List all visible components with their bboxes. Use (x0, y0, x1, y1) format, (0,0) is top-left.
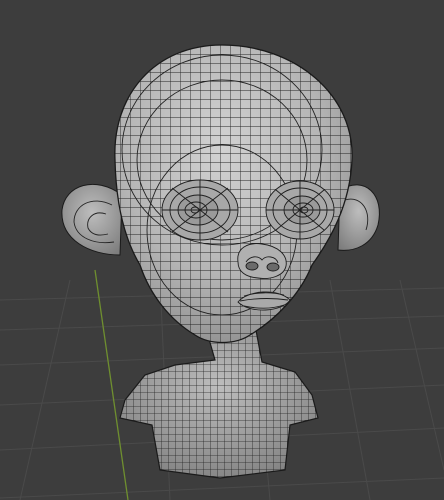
left-ear (61, 183, 123, 256)
right-eye-socket (265, 180, 335, 240)
3d-viewport[interactable] (0, 0, 444, 500)
bust-shoulders (119, 324, 319, 479)
viewport-canvas[interactable] (0, 0, 444, 500)
y-axis-line (94, 269, 129, 500)
left-eye-socket (161, 179, 239, 241)
